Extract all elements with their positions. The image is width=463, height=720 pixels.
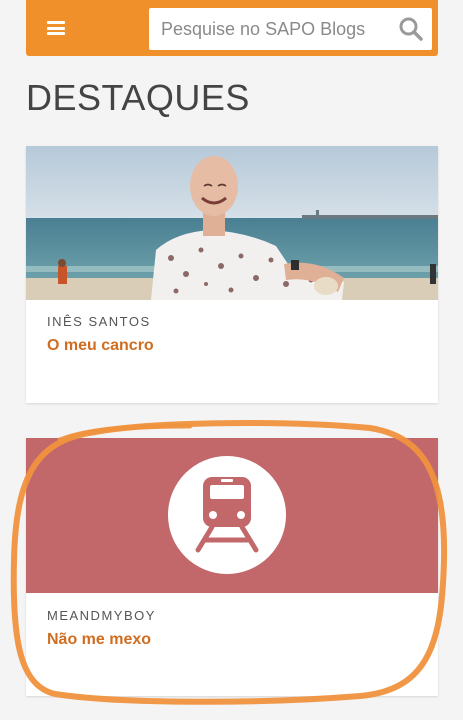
card-author[interactable]: INÊS SANTOS	[47, 314, 151, 329]
top-bar	[26, 0, 438, 56]
card-image[interactable]	[26, 146, 438, 300]
page-title: DESTAQUES	[26, 77, 250, 118]
search-input[interactable]	[149, 8, 389, 50]
hamburger-menu-icon	[47, 21, 65, 35]
card-image[interactable]	[26, 438, 438, 593]
search-icon[interactable]	[398, 16, 424, 42]
featured-card[interactable]: MEANDMYBOY Não me mexo	[26, 438, 438, 696]
card-title-link[interactable]: O meu cancro	[47, 337, 154, 355]
search-box	[149, 8, 432, 50]
beach-photo	[26, 146, 438, 300]
train-icon	[168, 456, 286, 574]
card-title-link[interactable]: Não me mexo	[47, 631, 151, 649]
card-author[interactable]: MEANDMYBOY	[47, 608, 156, 623]
menu-button[interactable]	[26, 0, 86, 56]
featured-card[interactable]: INÊS SANTOS O meu cancro	[26, 146, 438, 403]
